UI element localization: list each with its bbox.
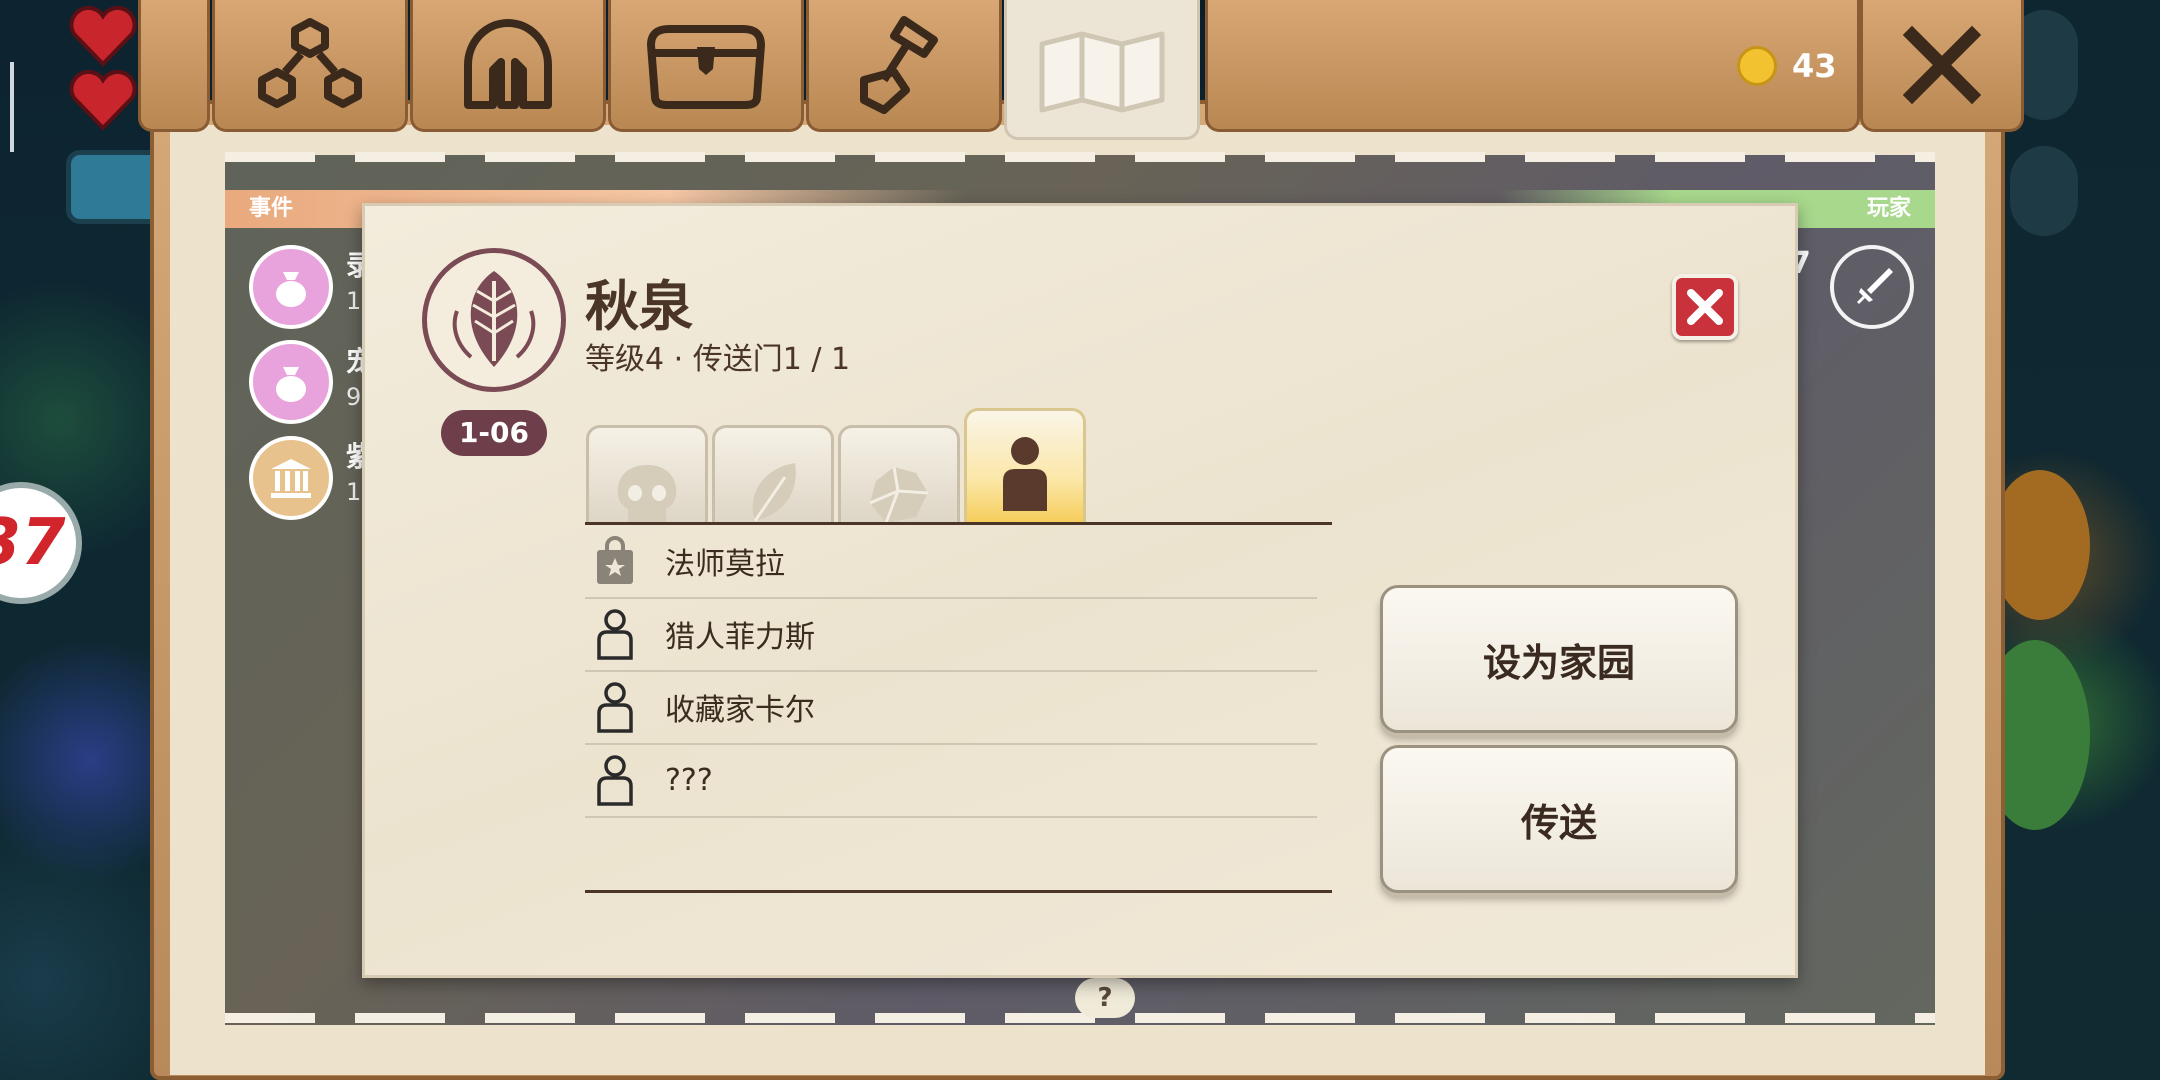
chat-button[interactable] xyxy=(2010,146,2078,236)
event-sub: 1 xyxy=(346,478,362,506)
list-item[interactable]: 收藏家卡尔 xyxy=(585,671,1317,745)
map-border-bottom xyxy=(225,1013,1935,1023)
npc-name: 收藏家卡尔 xyxy=(665,693,815,728)
event-sub: 1 xyxy=(346,287,362,315)
tab-crafting[interactable] xyxy=(806,0,1002,132)
sword-icon[interactable] xyxy=(1830,245,1914,329)
hammer-icon xyxy=(860,15,938,114)
location-title: 秋泉 xyxy=(585,275,693,338)
npc-name: 猎人菲力斯 xyxy=(665,620,815,655)
list-divider-bottom xyxy=(585,890,1332,893)
event-sub: 9 xyxy=(346,383,362,411)
attack-button[interactable] xyxy=(1990,470,2090,620)
scroll-indicator xyxy=(10,62,14,152)
ore-icon xyxy=(869,466,929,524)
temple-icon[interactable] xyxy=(249,436,333,520)
pink-bag-icon[interactable] xyxy=(249,340,333,424)
helmet-icon xyxy=(464,18,552,109)
teleport-button[interactable]: 传送 xyxy=(1380,745,1738,893)
tab-edge xyxy=(138,0,210,132)
person-icon xyxy=(1003,437,1047,511)
close-icon xyxy=(1687,289,1723,325)
tab-skill-tree[interactable] xyxy=(212,0,408,132)
heart-icon xyxy=(69,70,137,131)
npc-name: ??? xyxy=(665,762,713,798)
zone-code-badge: 1-06 xyxy=(441,410,547,456)
tab-map[interactable] xyxy=(1004,0,1200,140)
close-x-icon xyxy=(1902,25,1982,104)
leaf-emblem-icon xyxy=(422,248,566,392)
list-item[interactable]: 法师莫拉 xyxy=(585,525,1317,599)
list-item[interactable]: 猎人菲力斯 xyxy=(585,598,1317,672)
tab-npcs[interactable] xyxy=(964,408,1086,525)
person-outline-icon xyxy=(593,608,637,660)
map-border-top xyxy=(225,152,1935,162)
dialog-close-button[interactable] xyxy=(1672,274,1738,340)
tab-equipment[interactable] xyxy=(410,0,606,132)
map-icon xyxy=(1039,31,1165,112)
npc-name: 法师莫拉 xyxy=(665,547,785,582)
location-subtitle: 等级4 · 传送门1 / 1 xyxy=(585,342,851,377)
heart-icon xyxy=(69,6,137,67)
tab-plants[interactable] xyxy=(712,425,834,525)
tab-monsters[interactable] xyxy=(586,425,708,525)
close-menu-button[interactable] xyxy=(1860,0,2024,132)
tab-ores[interactable] xyxy=(838,425,960,525)
skill-tree-icon xyxy=(258,17,362,108)
coin-count: 43 xyxy=(1792,47,1837,85)
person-outline-icon xyxy=(593,754,637,806)
set-home-button[interactable]: 设为家园 xyxy=(1380,585,1738,733)
person-outline-icon xyxy=(593,681,637,733)
pink-bag-icon[interactable] xyxy=(249,245,333,329)
help-button[interactable]: ? xyxy=(1075,978,1135,1018)
skull-icon xyxy=(617,465,677,525)
leaf-icon xyxy=(752,463,796,522)
chest-icon xyxy=(646,24,766,109)
coin-icon xyxy=(1737,46,1777,86)
tab-inventory[interactable] xyxy=(608,0,804,132)
shop-bag-icon xyxy=(593,535,637,587)
list-item[interactable]: ??? xyxy=(585,744,1317,818)
